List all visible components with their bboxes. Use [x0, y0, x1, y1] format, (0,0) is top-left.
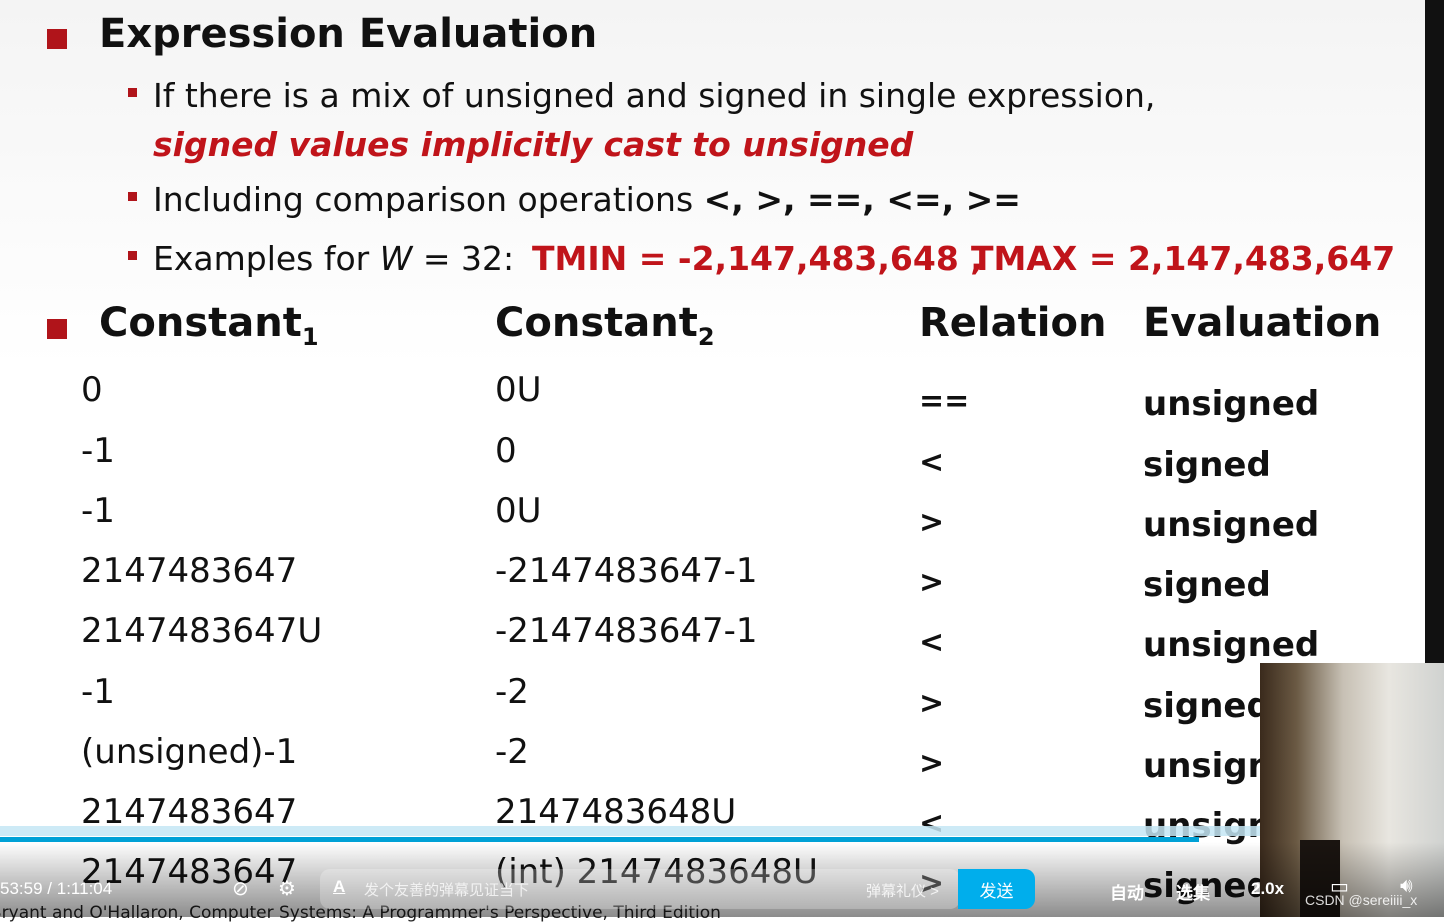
video-frame[interactable]: Expression Evaluation If there is a mix … — [0, 0, 1425, 923]
header-sub: 1 — [301, 323, 319, 351]
evaluation-cell: signed — [1143, 565, 1271, 605]
constant1-cell: 0 — [81, 370, 103, 410]
constant1-cell: (unsigned)-1 — [81, 732, 298, 772]
video-edge — [1425, 0, 1444, 663]
constant1-cell: -1 — [81, 491, 115, 531]
relation-cell: < — [919, 625, 945, 660]
sub-bullet — [128, 192, 137, 201]
bullet-1-line2: signed values implicitly cast to unsigne… — [153, 125, 914, 164]
bullet-square — [47, 319, 67, 339]
danmu-placeholder: 发个友善的弹幕见证当下 — [364, 882, 530, 899]
sub-bullet — [128, 88, 137, 97]
time-current: 53:59 — [0, 879, 43, 898]
bullet-3-prefix: Examples for — [153, 239, 380, 278]
header-relation: Relation — [919, 300, 1107, 346]
constant2-cell: -2147483647-1 — [495, 551, 758, 591]
relation-cell: > — [919, 505, 945, 540]
slide-title: Expression Evaluation — [99, 11, 597, 57]
constant1-cell: 2147483647U — [81, 611, 323, 651]
time-total: 1:11:04 — [56, 879, 113, 898]
constant2-cell: 0U — [495, 491, 542, 531]
evaluation-cell: unsigned — [1143, 505, 1320, 545]
bullet-2-text: Including comparison operations — [153, 180, 704, 219]
bullet-3-w: W — [379, 239, 413, 278]
header-constant1: Constant1 — [99, 300, 319, 351]
sub-bullet — [128, 251, 137, 260]
relation-cell: > — [919, 565, 945, 600]
bullet-3: Examples for W = 32: — [153, 239, 514, 278]
evaluation-cell: signed — [1143, 686, 1271, 726]
header-text: Constant — [495, 300, 698, 346]
autoplay-button[interactable]: 自动 — [1110, 879, 1144, 904]
time-sep: / — [47, 879, 53, 898]
bullet-2-ops: <, >, ==, <=, >= — [703, 180, 1021, 219]
relation-cell: > — [919, 746, 945, 781]
header-sub: 2 — [697, 323, 715, 351]
danmu-etiquette-link[interactable]: 弹幕礼仪 > — [866, 880, 939, 901]
evaluation-cell: signed — [1143, 445, 1271, 485]
header-evaluation: Evaluation — [1143, 300, 1382, 346]
danmu-settings-icon[interactable]: ⚙ — [278, 876, 296, 900]
constant1-cell: 2147483647 — [81, 551, 298, 591]
send-button[interactable]: 发送 — [958, 869, 1035, 909]
header-text: Constant — [99, 300, 302, 346]
danmu-off-icon[interactable]: ⊘ — [232, 876, 249, 900]
bullet-2: Including comparison operations <, >, ==… — [153, 180, 1021, 219]
speed-button[interactable]: 2.0x — [1251, 879, 1284, 899]
constant2-cell: -2 — [495, 672, 529, 712]
bullet-3-eq: = 32: — [412, 239, 515, 278]
constant2-cell: -2147483647-1 — [495, 611, 758, 651]
danmu-overlay — [0, 826, 1260, 836]
bullet-1-line1: If there is a mix of unsigned and signed… — [153, 76, 1156, 115]
tmax-label: TMAX = 2,147,483,647 — [971, 239, 1396, 278]
watermark: CSDN @sereiiii_x — [1305, 892, 1418, 908]
evaluation-cell: unsigned — [1143, 384, 1320, 424]
time-display: 53:59 / 1:11:04 — [0, 879, 112, 899]
header-constant2: Constant2 — [495, 300, 715, 351]
constant1-cell: -1 — [81, 672, 115, 712]
evaluation-cell: unsigned — [1143, 625, 1320, 665]
progress-bar[interactable] — [0, 837, 1199, 842]
relation-cell: < — [919, 445, 945, 480]
slide-title-text: Expression Evaluation — [99, 11, 598, 57]
constant2-cell: -2 — [495, 732, 529, 772]
constant1-cell: -1 — [81, 431, 115, 471]
danmu-font-icon[interactable]: A — [333, 877, 345, 897]
tmin-label: TMIN = -2,147,483,648 , — [532, 239, 983, 278]
constant2-cell: 0 — [495, 431, 517, 471]
relation-cell: > — [919, 686, 945, 721]
constant2-cell: 0U — [495, 370, 542, 410]
bullet-square — [47, 29, 67, 49]
relation-cell: == — [919, 384, 970, 419]
episodes-button[interactable]: 选集 — [1176, 879, 1210, 904]
